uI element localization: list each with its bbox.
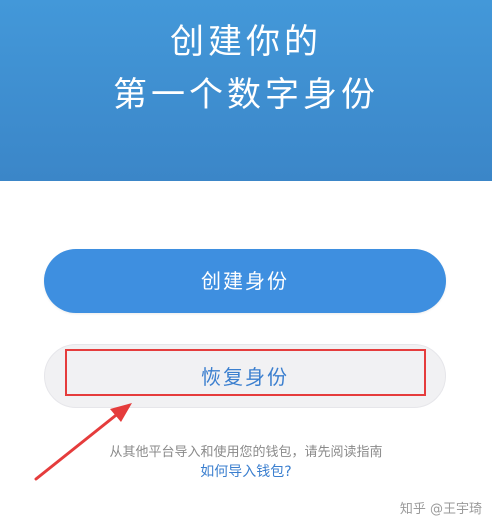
import-hint-text: 从其他平台导入和使用您的钱包，请先阅读指南 [109,445,383,460]
watermark: 知乎 @王宇琦 [399,502,482,517]
title-line-1: 创建你的 [170,22,322,62]
create-identity-button[interactable]: 创建身份 [44,249,446,313]
header-banner: 创建你的 第一个数字身份 [0,0,492,181]
title-line-2: 第一个数字身份 [113,75,379,115]
annotation-highlight-box [65,349,426,396]
import-wallet-link[interactable]: 如何导入钱包? [0,462,492,482]
